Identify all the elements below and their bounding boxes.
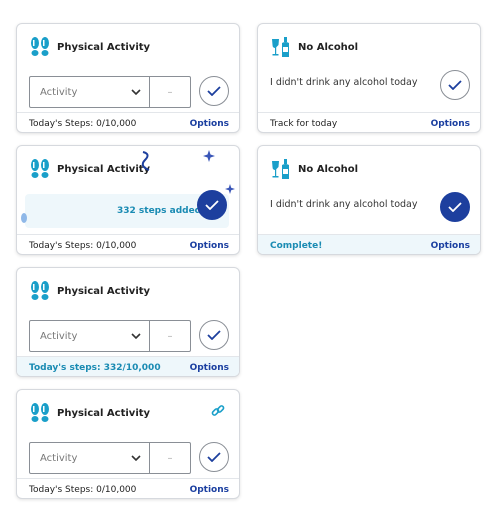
card-footer: Today's Steps: 0/10,000 Options bbox=[17, 112, 239, 132]
quantity-placeholder: – bbox=[167, 330, 173, 342]
card-body: 332 steps added! bbox=[17, 184, 239, 234]
card-footer: Complete! Options bbox=[258, 234, 480, 254]
statement-text: I didn't drink any alcohol today bbox=[270, 199, 418, 210]
activity-select-placeholder: Activity bbox=[40, 330, 78, 342]
chevron-down-icon bbox=[131, 455, 141, 461]
steps-status: Today's steps: 332/10,000 bbox=[29, 362, 161, 373]
chevron-down-icon bbox=[131, 333, 141, 339]
card-footer: Today's Steps: 0/10,000 Options bbox=[17, 478, 239, 498]
card-header: Physical Activity bbox=[17, 146, 239, 192]
footprints-icon bbox=[31, 281, 49, 300]
options-link[interactable]: Options bbox=[190, 241, 229, 251]
card-footer: Today's steps: 332/10,000 Options bbox=[17, 356, 239, 376]
confetti-star-icon bbox=[203, 150, 215, 162]
card-title: Physical Activity bbox=[57, 407, 151, 419]
no-alcohol-card-complete: No Alcohol I didn't drink any alcohol to… bbox=[257, 145, 481, 255]
activity-select-placeholder: Activity bbox=[40, 86, 78, 98]
confetti-dot-icon bbox=[21, 213, 27, 223]
card-title: Physical Activity bbox=[57, 41, 151, 53]
confirm-button[interactable] bbox=[440, 70, 470, 100]
confetti-star-icon bbox=[225, 184, 235, 194]
card-header: Physical Activity bbox=[17, 390, 239, 436]
card-footer: Today's Steps: 0/10,000 Options bbox=[17, 234, 239, 254]
statement-text: I didn't drink any alcohol today bbox=[270, 77, 418, 88]
quantity-placeholder: – bbox=[167, 86, 173, 98]
quantity-input[interactable]: – bbox=[150, 321, 190, 351]
physical-activity-card-linked: Physical Activity Activity – Today's Ste… bbox=[16, 389, 240, 499]
steps-status: Today's Steps: 0/10,000 bbox=[29, 240, 137, 251]
card-footer: Track for today Options bbox=[258, 112, 480, 132]
wine-bottle-icon bbox=[272, 159, 289, 179]
card-header: No Alcohol bbox=[258, 146, 480, 192]
log-activity-button[interactable] bbox=[199, 76, 229, 106]
footprints-icon bbox=[31, 159, 49, 178]
activity-select[interactable]: Activity bbox=[30, 443, 150, 473]
card-body: Activity – bbox=[17, 436, 239, 478]
card-header: Physical Activity bbox=[17, 268, 239, 314]
steps-status: Today's Steps: 0/10,000 bbox=[29, 484, 137, 495]
activity-select-group: Activity – bbox=[29, 442, 191, 474]
chevron-down-icon bbox=[131, 89, 141, 95]
log-activity-button[interactable] bbox=[197, 190, 227, 220]
confetti-squiggle-icon bbox=[141, 151, 150, 171]
steps-added-message: 332 steps added! bbox=[117, 206, 206, 216]
physical-activity-card: Physical Activity Activity – Today's Ste… bbox=[16, 23, 240, 133]
quantity-placeholder: – bbox=[167, 452, 173, 464]
activity-select[interactable]: Activity bbox=[30, 321, 150, 351]
checkmark-icon bbox=[205, 200, 219, 210]
activity-select[interactable]: Activity bbox=[30, 77, 150, 107]
footprints-icon bbox=[31, 37, 49, 56]
wine-bottle-icon bbox=[272, 37, 289, 57]
physical-activity-card-progress: Physical Activity Activity – Today's ste… bbox=[16, 267, 240, 377]
activity-select-placeholder: Activity bbox=[40, 452, 78, 464]
activity-select-group: Activity – bbox=[29, 320, 191, 352]
options-link[interactable]: Options bbox=[431, 241, 470, 251]
card-title: No Alcohol bbox=[298, 163, 359, 175]
quantity-input[interactable]: – bbox=[150, 443, 190, 473]
options-link[interactable]: Options bbox=[431, 119, 470, 129]
card-body: Activity – bbox=[17, 70, 239, 112]
card-body: I didn't drink any alcohol today bbox=[258, 192, 480, 234]
card-title: No Alcohol bbox=[298, 41, 359, 53]
card-header: No Alcohol bbox=[258, 24, 480, 70]
card-title: Physical Activity bbox=[57, 285, 151, 297]
checkmark-icon bbox=[207, 452, 221, 462]
confirm-button[interactable] bbox=[440, 192, 470, 222]
card-header: Physical Activity bbox=[17, 24, 239, 70]
card-body: I didn't drink any alcohol today bbox=[258, 70, 480, 112]
quantity-input[interactable]: – bbox=[150, 77, 190, 107]
complete-status: Complete! bbox=[270, 240, 323, 251]
activity-select-group: Activity – bbox=[29, 76, 191, 108]
checkmark-icon bbox=[207, 330, 221, 340]
footprints-icon bbox=[31, 403, 49, 422]
checkmark-icon bbox=[448, 80, 462, 90]
steps-status: Today's Steps: 0/10,000 bbox=[29, 118, 137, 129]
checkmark-icon bbox=[207, 86, 221, 96]
no-alcohol-card: No Alcohol I didn't drink any alcohol to… bbox=[257, 23, 481, 133]
options-link[interactable]: Options bbox=[190, 119, 229, 129]
options-link[interactable]: Options bbox=[190, 363, 229, 373]
log-activity-button[interactable] bbox=[199, 320, 229, 350]
physical-activity-card-added: Physical Activity 332 steps added! Today… bbox=[16, 145, 240, 255]
link-icon[interactable] bbox=[211, 404, 225, 418]
checkmark-icon bbox=[448, 202, 462, 212]
track-status: Track for today bbox=[270, 118, 338, 129]
options-link[interactable]: Options bbox=[190, 485, 229, 495]
card-body: Activity – bbox=[17, 314, 239, 356]
log-activity-button[interactable] bbox=[199, 442, 229, 472]
